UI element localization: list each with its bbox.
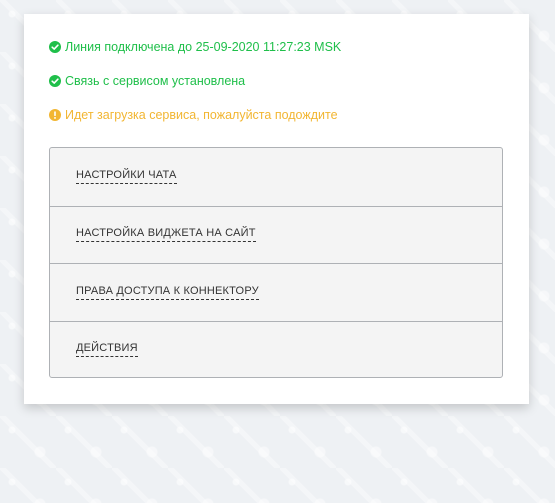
accordion-item-label[interactable]: ПРАВА ДОСТУПА К КОННЕКТОРУ	[76, 285, 259, 300]
service-loading-text: Идет загрузка сервиса, пожалуйста подожд…	[65, 108, 338, 122]
line-connected-text: Линия подключена до 25-09-2020 11:27:23 …	[65, 40, 342, 54]
check-circle-icon	[49, 41, 61, 53]
connector-status-panel: Линия подключена до 25-09-2020 11:27:23 …	[24, 14, 529, 404]
service-connection-text: Связь с сервисом установлена	[65, 74, 246, 88]
settings-accordion: НАСТРОЙКИ ЧАТА НАСТРОЙКА ВИДЖЕТА НА САЙТ…	[49, 147, 503, 378]
accordion-item-actions[interactable]: ДЕЙСТВИЯ	[50, 320, 502, 378]
accordion-item-label[interactable]: НАСТРОЙКА ВИДЖЕТА НА САЙТ	[76, 227, 256, 243]
accordion-item-widget-settings[interactable]: НАСТРОЙКА ВИДЖЕТА НА САЙТ	[50, 205, 502, 264]
service-loading-status: Идет загрузка сервиса, пожалуйста подожд…	[49, 108, 338, 122]
accordion-item-label[interactable]: ДЕЙСТВИЯ	[76, 342, 138, 358]
check-circle-icon	[49, 75, 61, 87]
service-connection-status: Связь с сервисом установлена	[49, 74, 245, 88]
exclamation-circle-icon	[49, 109, 61, 121]
accordion-item-access-rights[interactable]: ПРАВА ДОСТУПА К КОННЕКТОРУ	[50, 263, 502, 321]
accordion-item-chat-settings[interactable]: НАСТРОЙКИ ЧАТА	[50, 148, 502, 206]
line-connected-status: Линия подключена до 25-09-2020 11:27:23 …	[49, 40, 341, 54]
accordion-item-label[interactable]: НАСТРОЙКИ ЧАТА	[76, 169, 177, 185]
